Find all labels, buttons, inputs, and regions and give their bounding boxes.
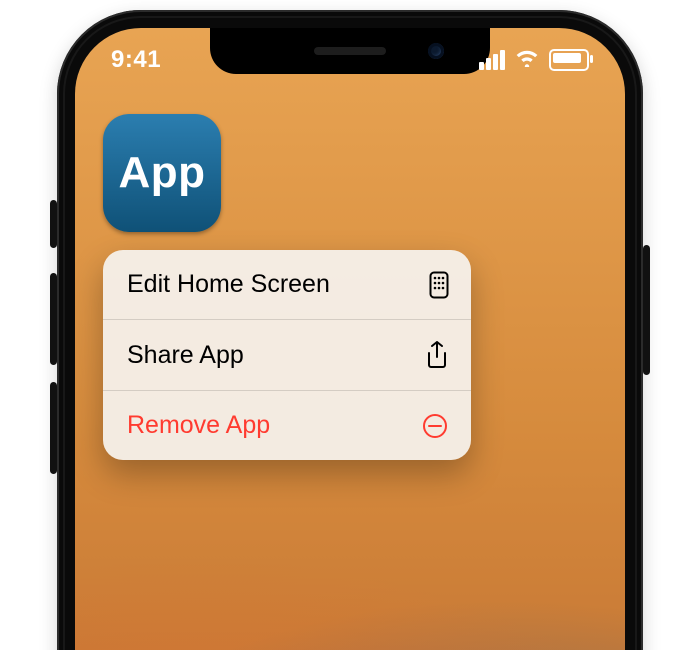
wifi-icon xyxy=(514,46,540,74)
menu-item-label: Share App xyxy=(127,341,244,370)
menu-item-share-app[interactable]: Share App xyxy=(103,319,471,390)
app-icon-label: App xyxy=(118,148,205,198)
menu-item-edit-home-screen[interactable]: Edit Home Screen xyxy=(103,250,471,319)
battery-icon xyxy=(549,49,589,71)
status-bar: 9:41 xyxy=(75,42,625,78)
cellular-signal-icon xyxy=(479,50,505,70)
minus-circle-icon xyxy=(421,412,449,440)
home-screen-edit-icon xyxy=(429,271,449,299)
menu-item-label: Remove App xyxy=(127,411,270,440)
volume-down-button xyxy=(50,382,57,474)
context-menu: Edit Home Screen Share App Remove App xyxy=(103,250,471,460)
app-icon[interactable]: App xyxy=(103,114,221,232)
menu-item-label: Edit Home Screen xyxy=(127,270,330,299)
ring-silent-switch xyxy=(50,200,57,248)
screen: 9:41 App Edit Home Screen xyxy=(75,28,625,650)
menu-item-remove-app[interactable]: Remove App xyxy=(103,390,471,460)
phone-frame: 9:41 App Edit Home Screen xyxy=(57,10,643,650)
share-icon xyxy=(425,340,449,370)
side-button xyxy=(643,245,650,375)
status-time: 9:41 xyxy=(111,46,161,74)
volume-up-button xyxy=(50,273,57,365)
